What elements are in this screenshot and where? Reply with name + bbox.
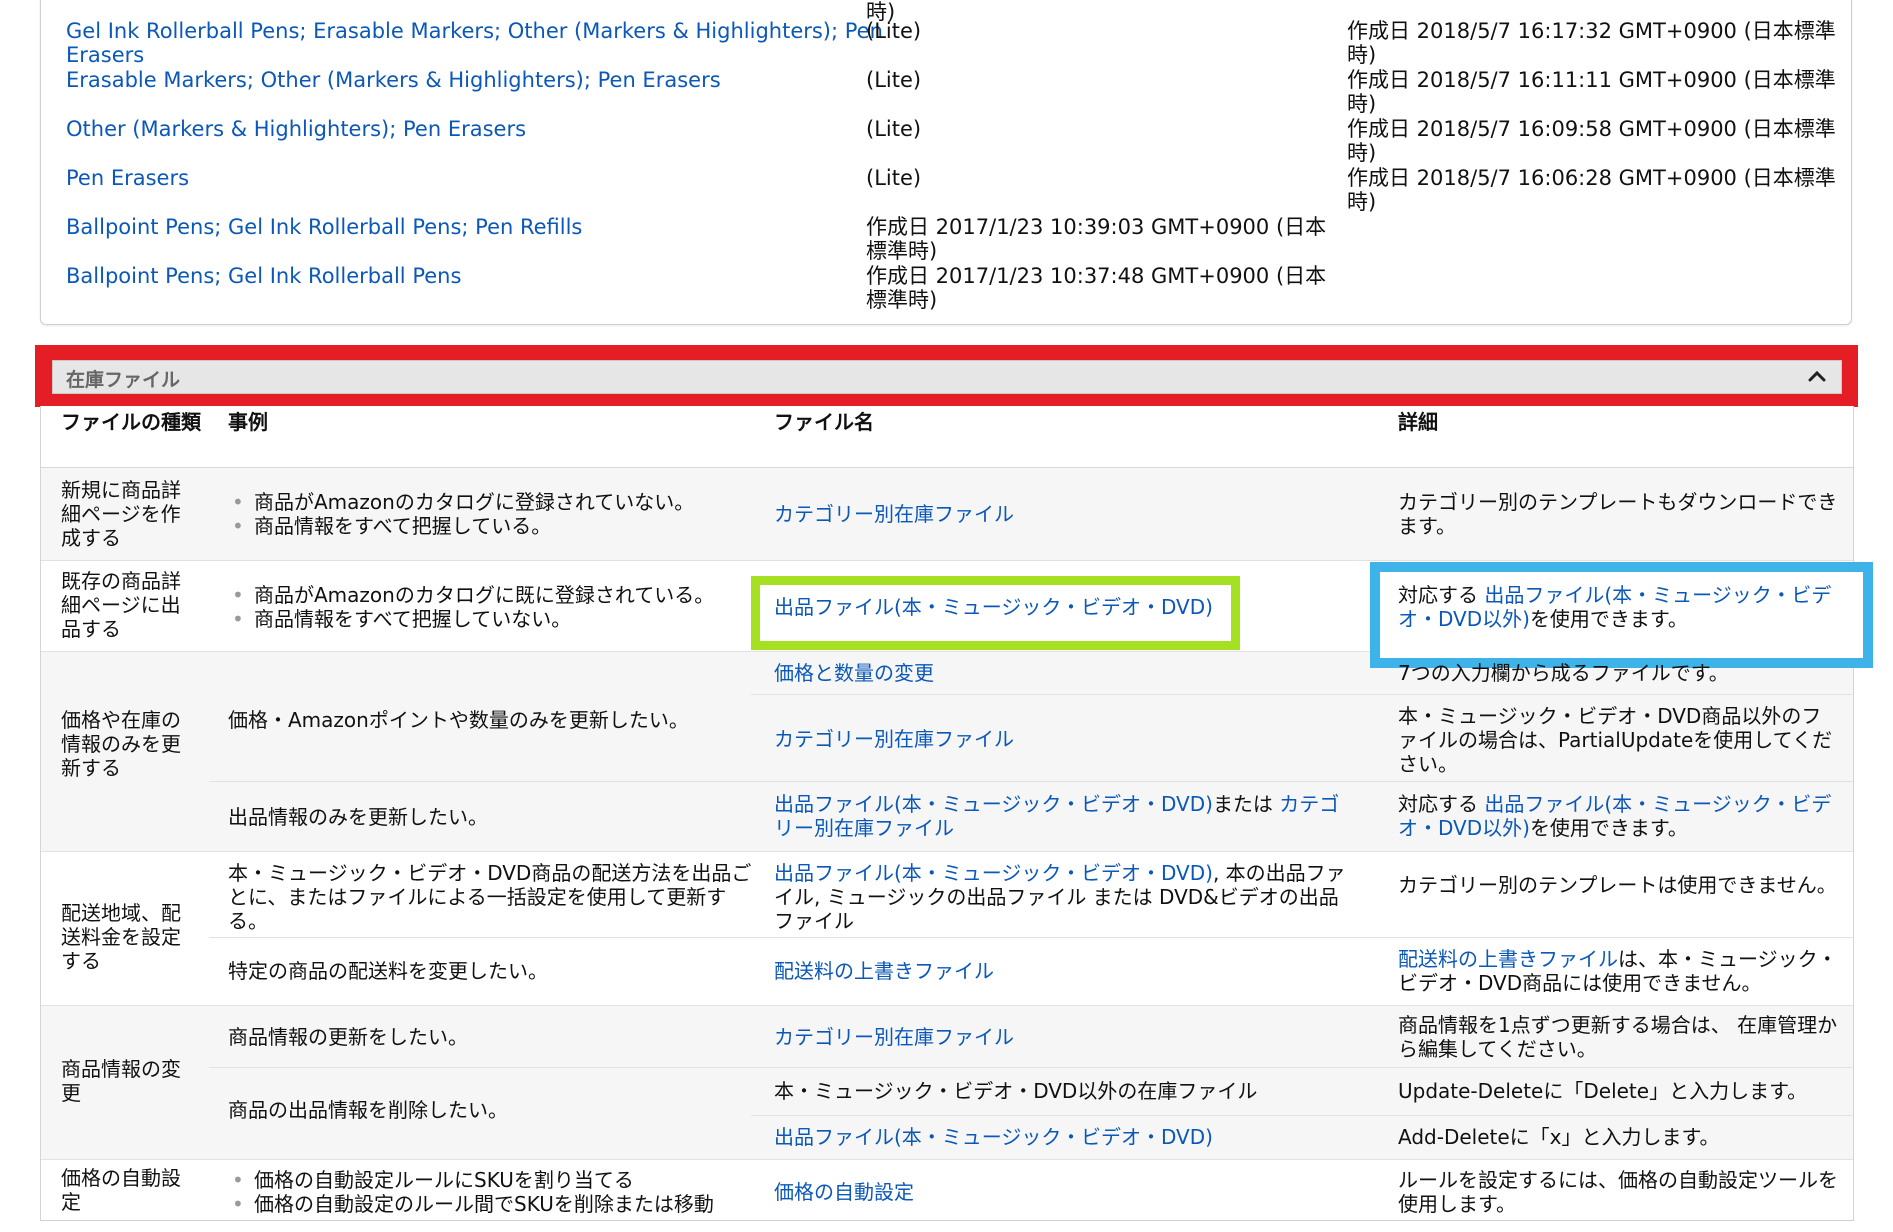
history-file-link[interactable]: Erasable Markers; Other (Markers & Highl…: [66, 68, 886, 92]
history-file-link[interactable]: Other (Markers & Highlighters); Pen Eras…: [66, 117, 886, 141]
case-update-info: 商品情報の更新をしたい。: [228, 1025, 468, 1049]
header-case: 事例: [228, 410, 268, 434]
file-history-panel: 時) Gel Ink Rollerball Pens; Erasable Mar…: [40, 0, 1852, 325]
row-type-existing: 既存の商品詳細ページに出品する: [61, 569, 181, 641]
history-file-link[interactable]: Ballpoint Pens; Gel Ink Rollerball Pens: [66, 264, 886, 288]
detail-shipping: カテゴリー別のテンプレートは使用できません。: [1398, 873, 1837, 897]
file-shipping: 出品ファイル(本・ミュージック・ビデオ・DVD), 本の出品ファイル, ミュージ…: [774, 861, 1346, 933]
history-type: (Lite): [866, 117, 922, 141]
list-item: 価格の自動設定のルール間でSKUを削除または移動: [228, 1192, 758, 1216]
history-type: (Lite): [866, 68, 922, 92]
detail-price-listing: 対応する 出品ファイル(本・ミュージック・ビデオ・DVD以外)を使用できます。: [1398, 792, 1832, 840]
row-type-new: 新規に商品詳細ページを作成する: [61, 478, 181, 550]
file-link-listing-media[interactable]: 出品ファイル(本・ミュージック・ビデオ・DVD): [774, 1125, 1294, 1149]
history-date: 作成日 2018/5/7 16:09:58 GMT+0900 (日本標準時): [1347, 117, 1836, 165]
history-date: 作成日 2017/1/23 10:39:03 GMT+0900 (日本標準時): [866, 215, 1327, 263]
chevron-up-icon[interactable]: [1805, 364, 1829, 388]
detail-auto-pricing: ルールを設定するには、価格の自動設定ツールを使用します。: [1398, 1168, 1838, 1216]
history-file-link[interactable]: Pen Erasers: [66, 166, 886, 190]
file-link-shipping-override[interactable]: 配送料の上書きファイル: [774, 959, 1294, 983]
row-type-price: 価格や在庫の情報のみを更新する: [61, 708, 181, 780]
history-type: (Lite): [866, 19, 922, 43]
case-listing-only: 出品情報のみを更新したい。: [228, 805, 488, 829]
header-detail: 詳細: [1398, 410, 1438, 434]
file-link-category-inventory[interactable]: カテゴリー別在庫ファイル: [774, 1025, 1294, 1049]
file-price-listing: 出品ファイル(本・ミュージック・ビデオ・DVD)または カテゴリー別在庫ファイル: [774, 792, 1340, 840]
detail-update-delete: Update-Deleteに「Delete」と入力します。: [1398, 1079, 1808, 1103]
history-file-link[interactable]: Gel Ink Rollerball Pens; Erasable Marker…: [66, 19, 886, 67]
history-date: 作成日 2018/5/7 16:17:32 GMT+0900 (日本標準時): [1347, 19, 1836, 67]
file-link-auto-pricing[interactable]: 価格の自動設定: [774, 1180, 1294, 1204]
header-file-type: ファイルの種類: [61, 410, 201, 434]
detail-link-shipping-override[interactable]: 配送料の上書きファイル: [1398, 947, 1618, 971]
detail-new: カテゴリー別のテンプレートもダウンロードできます。: [1398, 490, 1838, 538]
file-link-listing-media[interactable]: 出品ファイル(本・ミュージック・ビデオ・DVD): [774, 792, 1213, 816]
case-list-auto-pricing: 価格の自動設定ルールにSKUを割り当てる 価格の自動設定のルール間でSKUを削除…: [228, 1168, 758, 1216]
detail-edit-update: 商品情報を1点ずつ更新する場合は、 在庫管理から編集してください。: [1398, 1013, 1838, 1061]
case-shipping-method: 本・ミュージック・ビデオ・DVD商品の配送方法を出品ごとに、またはファイルによる…: [228, 861, 752, 933]
case-list-new: 商品がAmazonのカタログに登録されていない。 商品情報をすべて把握している。: [228, 490, 748, 538]
row-type-edit: 商品情報の変更: [61, 1057, 181, 1105]
detail-existing: 対応する 出品ファイル(本・ミュージック・ビデオ・DVD以外)を使用できます。: [1398, 583, 1832, 631]
detail-price-b: 本・ミュージック・ビデオ・DVD商品以外のファイルの場合は、PartialUpd…: [1398, 704, 1833, 776]
file-link-category-inventory[interactable]: カテゴリー別在庫ファイル: [774, 502, 1294, 526]
section-title: 在庫ファイル: [66, 369, 181, 391]
history-date: 作成日 2017/1/23 10:37:48 GMT+0900 (日本標準時): [866, 264, 1327, 312]
file-link-price-quantity[interactable]: 価格と数量の変更: [774, 661, 1294, 685]
case-list-existing: 商品がAmazonのカタログに既に登録されている。 商品情報をすべて把握していな…: [228, 583, 758, 631]
history-date: 作成日 2018/5/7 16:11:11 GMT+0900 (日本標準時): [1347, 68, 1836, 116]
row-type-shipping: 配送地域、配送料金を設定する: [61, 901, 181, 973]
detail-shipping-override: 配送料の上書きファイルは、本・ミュージック・ビデオ・DVD商品には使用できません…: [1398, 947, 1838, 995]
list-item: 商品がAmazonのカタログに登録されていない。: [228, 490, 748, 514]
inventory-section-header[interactable]: 在庫ファイル: [52, 360, 1842, 394]
file-link-listing-media[interactable]: 出品ファイル(本・ミュージック・ビデオ・DVD): [774, 595, 1234, 619]
history-type: (Lite): [866, 166, 922, 190]
case-price-quantity: 価格・Amazonポイントや数量のみを更新したい。: [228, 708, 689, 732]
list-item: 価格の自動設定ルールにSKUを割り当てる: [228, 1168, 758, 1192]
detail-add-delete: Add-Deleteに「x」と入力します。: [1398, 1125, 1720, 1149]
history-file-link[interactable]: Ballpoint Pens; Gel Ink Rollerball Pens;…: [66, 215, 886, 239]
history-date: 作成日 2018/5/7 16:06:28 GMT+0900 (日本標準時): [1347, 166, 1836, 214]
list-item: 商品情報をすべて把握している。: [228, 514, 748, 538]
file-link-category-inventory[interactable]: カテゴリー別在庫ファイル: [774, 727, 1294, 751]
detail-price-a: 7つの入力欄から成るファイルです。: [1398, 661, 1729, 685]
header-file-name: ファイル名: [774, 410, 874, 434]
row-type-auto-pricing: 価格の自動設定: [61, 1166, 181, 1214]
case-delete-listing: 商品の出品情報を削除したい。: [228, 1098, 508, 1122]
file-link-listing-media[interactable]: 出品ファイル(本・ミュージック・ビデオ・DVD): [774, 861, 1213, 885]
case-shipping-override: 特定の商品の配送料を変更したい。: [228, 959, 548, 983]
list-item: 商品情報をすべて把握していない。: [228, 607, 758, 631]
list-item: 商品がAmazonのカタログに既に登録されている。: [228, 583, 758, 607]
file-non-media-inventory: 本・ミュージック・ビデオ・DVD以外の在庫ファイル: [774, 1079, 1258, 1103]
inventory-table: ファイルの種類 事例 ファイル名 詳細 新規に商品詳細ページを作成する 商品がA…: [40, 406, 1873, 1221]
